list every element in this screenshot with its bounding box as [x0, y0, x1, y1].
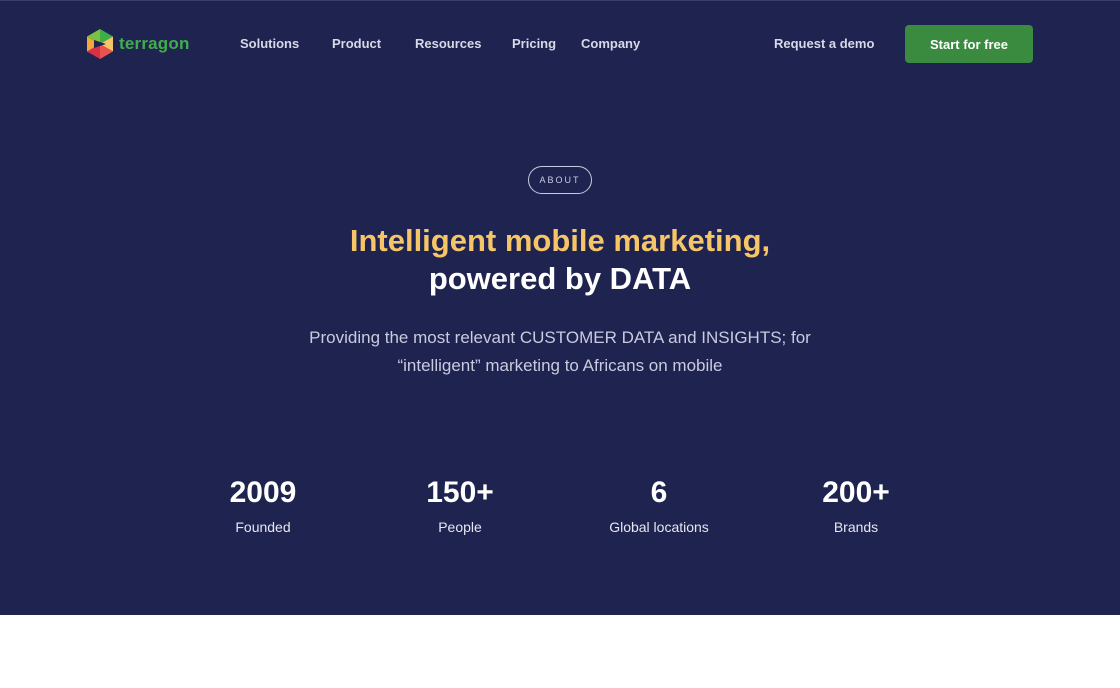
nav-item-product[interactable]: Product: [332, 36, 381, 51]
logo-wordmark: terragon: [119, 34, 190, 53]
hero-section: terragon Solutions Product Resources Pri…: [0, 0, 1120, 615]
stat-brands: 200+ Brands: [756, 475, 956, 537]
hexagon-logo-icon: [87, 29, 113, 59]
stat-label: Brands: [833, 519, 879, 535]
nav-item-solutions[interactable]: Solutions: [240, 36, 299, 51]
stat-label: People: [438, 519, 482, 535]
stat-locations: 6 Global locations: [559, 475, 759, 537]
nav-item-pricing[interactable]: Pricing: [512, 36, 556, 51]
start-for-free-button[interactable]: Start for free: [905, 25, 1033, 63]
nav-item-company[interactable]: Company: [581, 36, 640, 51]
hero-title-line1: Intelligent mobile marketing,: [349, 223, 771, 258]
stat-value: 200+: [822, 476, 890, 509]
hero-title-line2: powered by DATA: [428, 261, 692, 296]
nav-item-resources[interactable]: Resources: [415, 36, 481, 51]
stat-value: 6: [650, 476, 668, 509]
stat-people: 150+ People: [360, 475, 560, 537]
stat-label: Founded: [235, 519, 291, 535]
hero-subtitle-line1: Providing the most relevant CUSTOMER DAT…: [309, 328, 811, 347]
stat-founded: 2009 Founded: [163, 475, 363, 537]
stat-value: 150+: [426, 476, 494, 509]
hero-subtitle-line2: “intelligent” marketing to Africans on m…: [397, 356, 723, 375]
terragon-logo[interactable]: terragon: [85, 28, 190, 60]
about-badge: ABOUT: [528, 166, 592, 194]
request-demo-link[interactable]: Request a demo: [774, 36, 874, 51]
stat-value: 2009: [229, 476, 297, 509]
stat-label: Global locations: [609, 519, 709, 535]
